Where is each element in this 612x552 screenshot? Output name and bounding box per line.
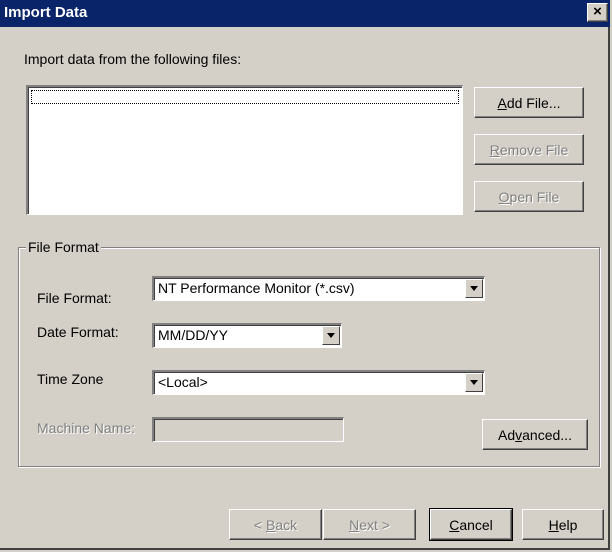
- title-bar: Import Data ×: [0, 0, 610, 27]
- date-format-value: MM/DD/YY: [158, 327, 228, 343]
- file-format-value: NT Performance Monitor (*.csv): [158, 280, 355, 296]
- remove-file-button[interactable]: Remove File: [474, 134, 584, 165]
- time-zone-combo[interactable]: <Local>: [152, 370, 485, 395]
- file-format-group-legend: File Format: [26, 239, 101, 255]
- cancel-button[interactable]: Cancel: [429, 508, 513, 541]
- chevron-down-icon[interactable]: [465, 373, 483, 392]
- advanced-button[interactable]: Advanced...: [482, 419, 588, 450]
- close-button[interactable]: ×: [587, 3, 608, 22]
- next-button[interactable]: Next >: [323, 509, 416, 540]
- close-icon: ×: [593, 3, 602, 20]
- back-button[interactable]: < Back: [229, 509, 322, 540]
- chevron-down-icon[interactable]: [465, 279, 483, 298]
- date-format-label: Date Format:: [37, 324, 119, 340]
- listbox-focus-row: [31, 90, 459, 104]
- files-list-label: Import data from the following files:: [24, 51, 242, 67]
- chevron-down-icon[interactable]: [322, 326, 340, 345]
- time-zone-value: <Local>: [158, 374, 208, 390]
- window-title: Import Data: [4, 4, 88, 21]
- machine-name-label: Machine Name:: [37, 420, 136, 436]
- date-format-combo[interactable]: MM/DD/YY: [152, 323, 342, 348]
- help-button[interactable]: Help: [522, 509, 604, 540]
- file-format-combo[interactable]: NT Performance Monitor (*.csv): [152, 276, 485, 301]
- file-format-label: File Format:: [37, 290, 112, 306]
- time-zone-label: Time Zone: [37, 371, 104, 387]
- import-data-dialog: Import Data × Import data from the follo…: [0, 0, 610, 550]
- files-listbox[interactable]: [26, 85, 463, 215]
- add-file-button[interactable]: Add File...: [474, 87, 584, 118]
- machine-name-field[interactable]: [152, 417, 344, 442]
- open-file-button[interactable]: Open File: [474, 181, 584, 212]
